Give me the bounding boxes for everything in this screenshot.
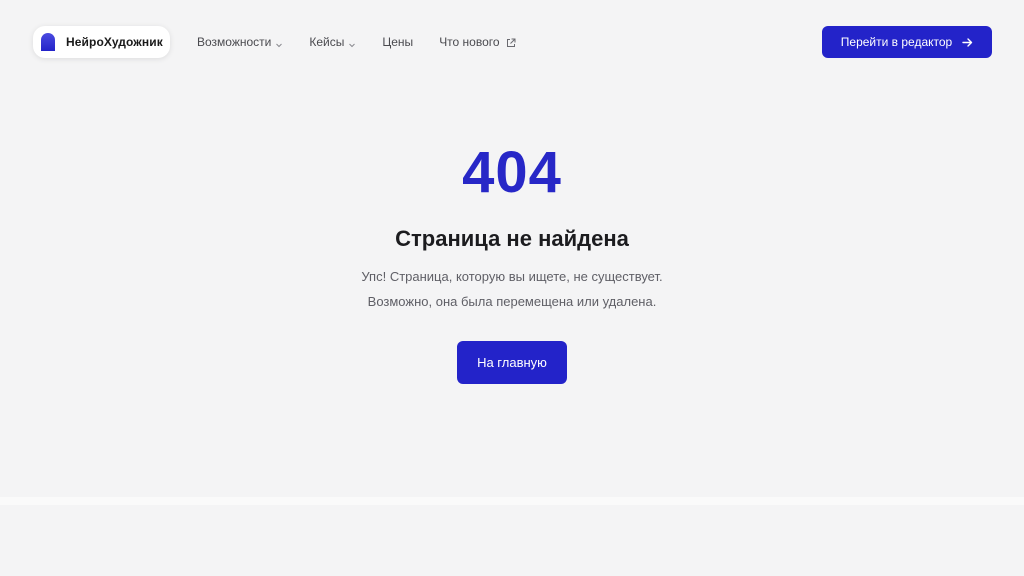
not-found-section: 404 Страница не найдена Упс! Страница, к… [0, 130, 1024, 385]
error-code: 404 [462, 140, 562, 205]
nav-item-label: Что нового [439, 35, 500, 49]
chevron-down-icon [348, 38, 356, 48]
nav-item-whats-new[interactable]: Что нового [439, 35, 516, 49]
site-header: НейроХудожник Возможности Кейсы Цены Что… [0, 0, 1024, 84]
home-button[interactable]: На главную [457, 341, 567, 385]
nav-item-cases[interactable]: Кейсы [309, 35, 356, 49]
nav-item-label: Кейсы [309, 35, 345, 49]
nav-item-pricing[interactable]: Цены [382, 35, 413, 49]
nav-item-label: Возможности [197, 35, 272, 49]
nav-item-features[interactable]: Возможности [197, 35, 283, 49]
go-to-editor-label: Перейти в редактор [840, 35, 953, 49]
main-nav: Возможности Кейсы Цены Что нового [197, 34, 542, 50]
arrow-right-icon [962, 37, 973, 48]
brand-name: НейроХудожник [66, 35, 163, 49]
error-description: Упс! Страница, которую вы ищете, не суще… [0, 264, 1024, 314]
external-link-icon [506, 37, 516, 47]
error-title: Страница не найдена [395, 226, 629, 251]
go-to-editor-button[interactable]: Перейти в редактор [822, 26, 992, 58]
error-description-line-2: Возможно, она была перемещена или удален… [367, 294, 657, 310]
chevron-down-icon [275, 38, 283, 48]
brand-logo-link[interactable]: НейроХудожник [33, 26, 170, 58]
footer-divider [0, 497, 1024, 505]
nav-item-label: Цены [382, 35, 414, 49]
error-description-line-1: Упс! Страница, которую вы ищете, не суще… [361, 269, 663, 285]
arch-logo-icon [41, 33, 55, 51]
